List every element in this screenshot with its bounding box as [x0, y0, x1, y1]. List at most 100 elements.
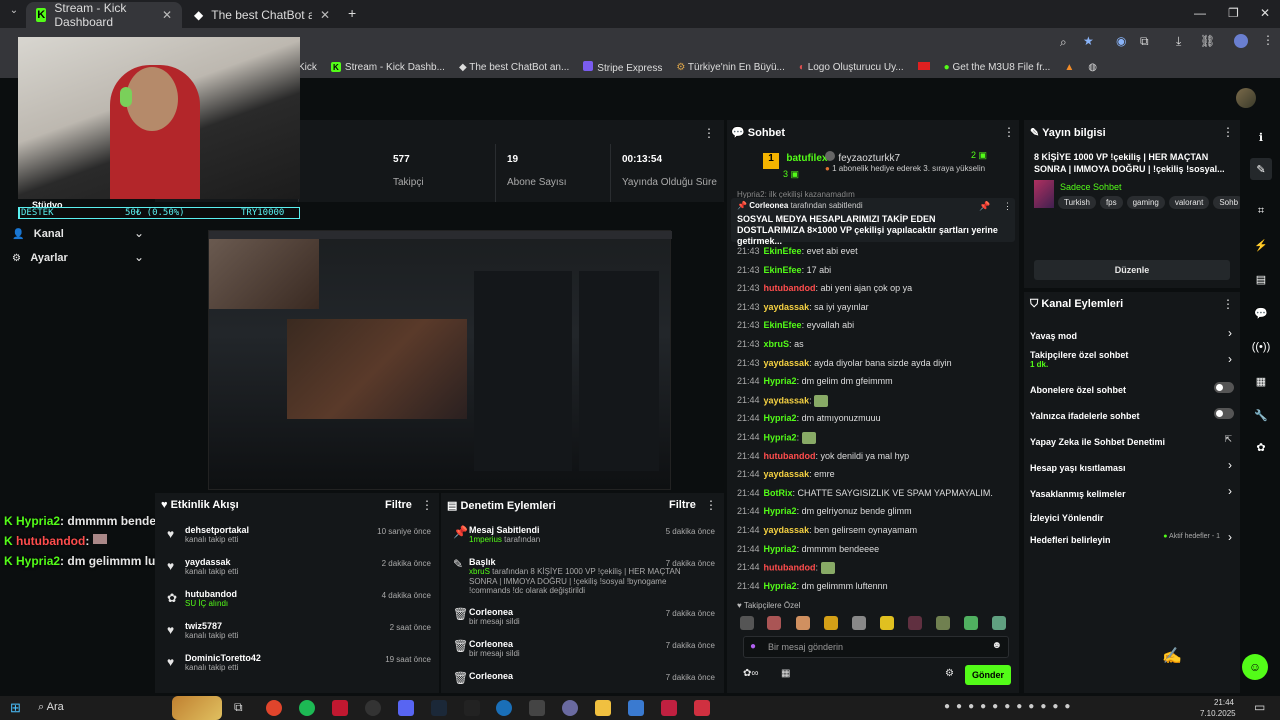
app-icon[interactable]	[529, 700, 545, 716]
chat-username[interactable]: yaydassak	[764, 302, 810, 312]
chat-message[interactable]: 21:43 hutubandod: abi yeni ajan çok op ya	[737, 283, 1015, 302]
clock[interactable]: 21:44 7.10.2025	[1200, 697, 1236, 719]
tab-list-button[interactable]: ⌄	[6, 5, 22, 21]
taskbar-search[interactable]: ⌕ Ara	[38, 701, 64, 714]
tab-close-icon[interactable]: ✕	[320, 8, 330, 22]
bookmark-kick-dashboard[interactable]: K Stream - Kick Dashb...	[330, 62, 445, 73]
folder-icon[interactable]	[595, 700, 611, 716]
emote-5[interactable]	[852, 616, 866, 630]
chat-username[interactable]: xbruS	[764, 339, 790, 349]
activity-filter-button[interactable]: Filtre	[385, 499, 412, 511]
discord-icon[interactable]	[398, 700, 414, 716]
tag[interactable]: Sohb	[1213, 196, 1240, 209]
chat-username[interactable]: hutubandod	[764, 283, 816, 293]
emote-8[interactable]	[936, 616, 950, 630]
chat-message[interactable]: 21:44 Hypria2:	[737, 431, 1015, 451]
info-icon[interactable]: ℹ	[1250, 126, 1272, 148]
chat-settings-icon[interactable]: ⚙	[945, 668, 954, 679]
bookmark-red[interactable]	[917, 61, 930, 73]
bookmark-logo[interactable]: ◐ Logo Oluşturucu Uy...	[799, 62, 904, 73]
chat-username[interactable]: EkinEfee	[764, 265, 802, 275]
chat-username[interactable]: Hypria2	[764, 432, 797, 442]
panel-menu-icon[interactable]: ⋮	[1222, 297, 1234, 311]
chat-message[interactable]: 21:44 Hypria2: dm gelimmm luftennn	[737, 581, 1015, 600]
chat-username[interactable]: Hypria2	[764, 581, 797, 591]
tag[interactable]: fps	[1099, 196, 1123, 209]
chrome-icon[interactable]	[266, 700, 282, 716]
chat-message[interactable]: 21:43 yaydassak: sa iyi yayınlar	[737, 302, 1015, 321]
action-subscribers-only[interactable]: Abonelere özel sohbet	[1030, 382, 1234, 398]
new-tab-button[interactable]: +	[348, 5, 356, 21]
moderation-filter-button[interactable]: Filtre	[669, 499, 696, 511]
calendar-icon[interactable]: ▦	[1250, 370, 1272, 392]
extension-icon[interactable]: ◉	[1116, 34, 1126, 48]
restore-window-button[interactable]: ❐	[1228, 6, 1239, 20]
notification-icon[interactable]: ▭	[1254, 700, 1265, 714]
minimize-window-button[interactable]: —	[1194, 6, 1206, 20]
chat-message[interactable]: 21:44 yaydassak:	[737, 394, 1015, 414]
chat-username[interactable]: Hypria2	[764, 413, 797, 423]
edit-icon[interactable]: ✎	[1250, 158, 1272, 180]
points-icon[interactable]: ✿	[1250, 436, 1272, 458]
download-icon[interactable]: ⤓	[1176, 34, 1181, 49]
panel-menu-icon[interactable]: ⋮	[705, 498, 717, 512]
emote-3[interactable]	[796, 616, 810, 630]
chat-username[interactable]: Hypria2	[764, 376, 797, 386]
tab-chatbot[interactable]: ◆ The best ChatBot and Widgets ✕	[184, 2, 340, 28]
chat-message[interactable]: 21:43 EkinEfee: eyvallah abi	[737, 320, 1015, 339]
emote-7[interactable]	[908, 616, 922, 630]
bookmark-stripe[interactable]: Stripe Express	[583, 60, 662, 74]
spotify-icon[interactable]	[299, 700, 315, 716]
send-button[interactable]: Gönder	[965, 665, 1011, 685]
close-window-button[interactable]: ✕	[1260, 6, 1270, 20]
chat-message[interactable]: 21:44 Hypria2: dm atmıyonuzmuuu	[737, 413, 1015, 432]
app-icon[interactable]	[694, 700, 710, 716]
task-view-icon[interactable]: ⧉	[234, 700, 243, 715]
user-avatar[interactable]	[1236, 88, 1256, 108]
zoom-icon[interactable]: ⌕	[1060, 35, 1067, 50]
profile-avatar[interactable]	[1234, 34, 1248, 48]
tag[interactable]: Turkish	[1058, 196, 1096, 209]
obs-icon[interactable]	[365, 700, 381, 716]
support-chat-button[interactable]: ☺	[1242, 654, 1268, 680]
emote-10[interactable]	[992, 616, 1006, 630]
nav-item-ayarlar[interactable]: ⚙ Ayarlar ⌄	[12, 250, 144, 270]
document-icon[interactable]: ▤	[1250, 268, 1272, 290]
chat-tools-icon[interactable]: ✿∞	[743, 668, 759, 679]
action-ai-moderation[interactable]: Yapay Zeka ile Sohbet Denetimi ⇱	[1030, 434, 1234, 450]
action-followers-only[interactable]: Takipçilere özel sohbet 1 dk. ›	[1030, 350, 1234, 374]
app-icon[interactable]	[332, 700, 348, 716]
chat-username[interactable]: hutubandod	[764, 562, 816, 572]
chat-message[interactable]: 21:44 Hypria2: dm gelriyonuz bende glimm	[737, 506, 1015, 525]
subscribers-only-toggle[interactable]	[1214, 382, 1234, 393]
nav-item-kanal[interactable]: 👤 Kanal ⌄	[12, 226, 144, 246]
emote-only-toggle[interactable]	[1214, 408, 1234, 419]
bookmark-star-icon[interactable]: ★	[1083, 34, 1094, 48]
chat-username[interactable]: yaydassak	[764, 525, 810, 535]
action-slow-mode[interactable]: Yavaş mod ›	[1030, 326, 1234, 344]
chat-message[interactable]: 21:44 Hypria2: dmmmm bendeeee	[737, 544, 1015, 563]
chat-username[interactable]: hutubandod	[764, 451, 816, 461]
panel-menu-icon[interactable]: ⋮	[703, 126, 715, 140]
action-emote-only[interactable]: Yalnızca ifadelerle sohbet	[1030, 408, 1234, 424]
chat-username[interactable]: EkinEfee	[764, 246, 802, 256]
app-icon[interactable]	[628, 700, 644, 716]
emote-2[interactable]	[767, 616, 781, 630]
system-tray[interactable]: ●●●●●●●●●●●	[944, 701, 1076, 712]
action-raid[interactable]: İzleyici Yönlendir	[1030, 510, 1234, 526]
browser-menu-icon[interactable]: ⋮	[1262, 33, 1274, 47]
tab-kick-dashboard[interactable]: K Stream - Kick Dashboard ✕	[26, 1, 182, 29]
chat-message[interactable]: 21:43 xbruS: as	[737, 339, 1015, 358]
chat-message[interactable]: 21:44 hutubandod: yok denildi ya mal hyp	[737, 451, 1015, 470]
stream-category[interactable]: Sadece Sohbet	[1060, 182, 1122, 192]
pin-menu-icon[interactable]: ⋮	[1003, 201, 1012, 212]
chat-message[interactable]: 21:43 yaydassak: ayda diyolar bana sizde …	[737, 358, 1015, 377]
steam-icon[interactable]	[431, 700, 447, 716]
stream-preview[interactable]	[155, 205, 724, 490]
start-button[interactable]: ⊞	[10, 700, 21, 716]
chat-gift-icon[interactable]: ▦	[781, 668, 790, 679]
emote-1[interactable]	[740, 616, 754, 630]
panel-menu-icon[interactable]: ⋮	[1003, 125, 1015, 139]
unpin-icon[interactable]: 📌	[979, 201, 990, 212]
wrench-icon[interactable]: 🔧	[1250, 404, 1272, 426]
